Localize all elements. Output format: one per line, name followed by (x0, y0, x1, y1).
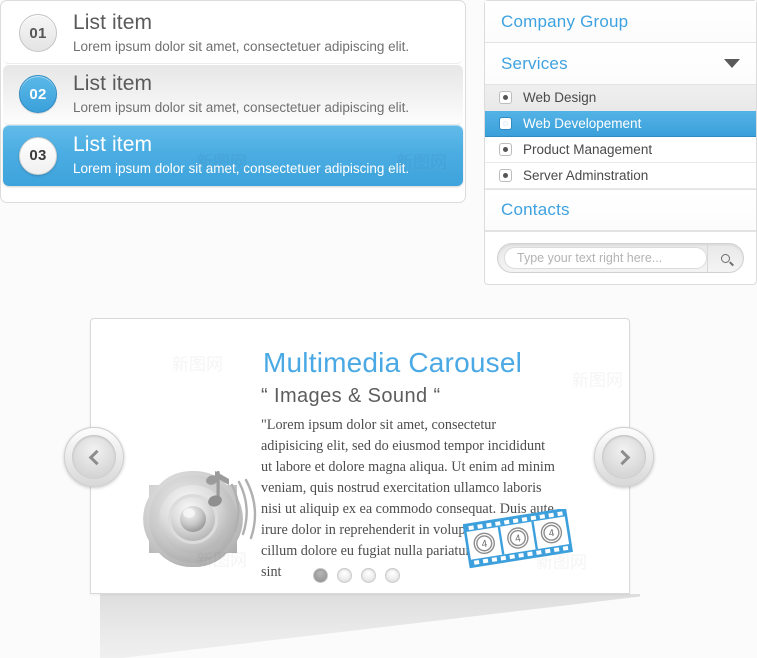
menu-item-company-group[interactable]: Company Group (485, 1, 756, 43)
chevron-left-icon (88, 449, 104, 465)
submenu-item-product-management[interactable]: Product Management (485, 137, 756, 163)
button-inner (602, 435, 646, 479)
list-item-badge: 01 (19, 14, 57, 52)
menu-item-label: Company Group (501, 11, 629, 31)
submenu-item-label: Server Adminstration (523, 168, 649, 183)
submenu-item-label: Web Developement (523, 116, 642, 131)
list-item-title: List item (73, 71, 153, 95)
submenu-item-web-developement[interactable]: Web Developement (485, 111, 756, 137)
search-input[interactable] (504, 247, 707, 269)
list-item-description: Lorem ipsum dolor sit amet, consectetuer… (73, 161, 410, 177)
carousel-dot[interactable] (361, 568, 376, 583)
list-item-badge: 03 (19, 136, 57, 175)
radio-bullet-icon (499, 117, 512, 130)
submenu-item-web-design[interactable]: Web Design (485, 85, 756, 111)
menu-item-label: Services (501, 53, 568, 73)
list-item-text: List item Lorem ipsum dolor sit amet, co… (73, 133, 409, 177)
search-icon (719, 251, 732, 265)
carousel-next-button[interactable] (594, 427, 654, 487)
button-inner (72, 435, 116, 479)
list-item-title: List item (73, 133, 153, 157)
list-item-text: List item Lorem ipsum dolor sit amet, co… (73, 11, 409, 55)
list-item-text: List item Lorem ipsum dolor sit amet, co… (73, 72, 409, 116)
navigation-menu-panel: Company Group Services Web Design Web De… (484, 0, 757, 285)
carousel-drop-shadow (100, 594, 640, 658)
list-item-description: Lorem ipsum dolor sit amet, consectetuer… (73, 38, 410, 54)
search-bar (497, 243, 744, 273)
carousel-prev-button[interactable] (64, 427, 124, 487)
list-item[interactable]: 01 List item Lorem ipsum dolor sit amet,… (3, 3, 463, 64)
list-item[interactable]: 03 List item Lorem ipsum dolor sit amet,… (3, 125, 463, 186)
search-area (485, 231, 756, 273)
chevron-down-icon (724, 59, 740, 68)
submenu-item-label: Web Design (523, 90, 597, 105)
menu-item-label: Contacts (501, 200, 570, 219)
carousel-pagination (313, 568, 400, 583)
radio-bullet-icon (499, 169, 512, 182)
list-item-title: List item (73, 10, 153, 34)
radio-bullet-icon (499, 143, 512, 156)
carousel-panel: Multimedia Carousel “ Images & Sound “ "… (90, 318, 630, 594)
services-submenu: Web Design Web Developement Product Mana… (485, 85, 756, 189)
menu-item-services[interactable]: Services (485, 43, 756, 85)
list-item[interactable]: 02 List item Lorem ipsum dolor sit amet,… (3, 64, 463, 125)
carousel-dot[interactable] (337, 568, 352, 583)
chevron-right-icon (614, 449, 630, 465)
list-item-badge: 02 (19, 75, 57, 113)
submenu-item-label: Product Management (523, 142, 653, 157)
list-item-description: Lorem ipsum dolor sit amet, consectetuer… (73, 99, 410, 115)
menu-item-contacts[interactable]: Contacts (485, 189, 756, 231)
carousel-dot[interactable] (313, 568, 328, 583)
carousel-subtitle: “ Images & Sound “ (261, 385, 441, 407)
radio-bullet-icon (499, 91, 512, 104)
search-button[interactable] (707, 244, 743, 272)
list-panel: 01 List item Lorem ipsum dolor sit amet,… (0, 0, 466, 203)
speaker-music-icon (143, 470, 257, 568)
film-strip-icon: 4 4 4 (463, 509, 573, 569)
carousel-title: Multimedia Carousel (263, 347, 523, 378)
submenu-item-server-adminstration[interactable]: Server Adminstration (485, 163, 756, 189)
carousel-dot[interactable] (385, 568, 400, 583)
